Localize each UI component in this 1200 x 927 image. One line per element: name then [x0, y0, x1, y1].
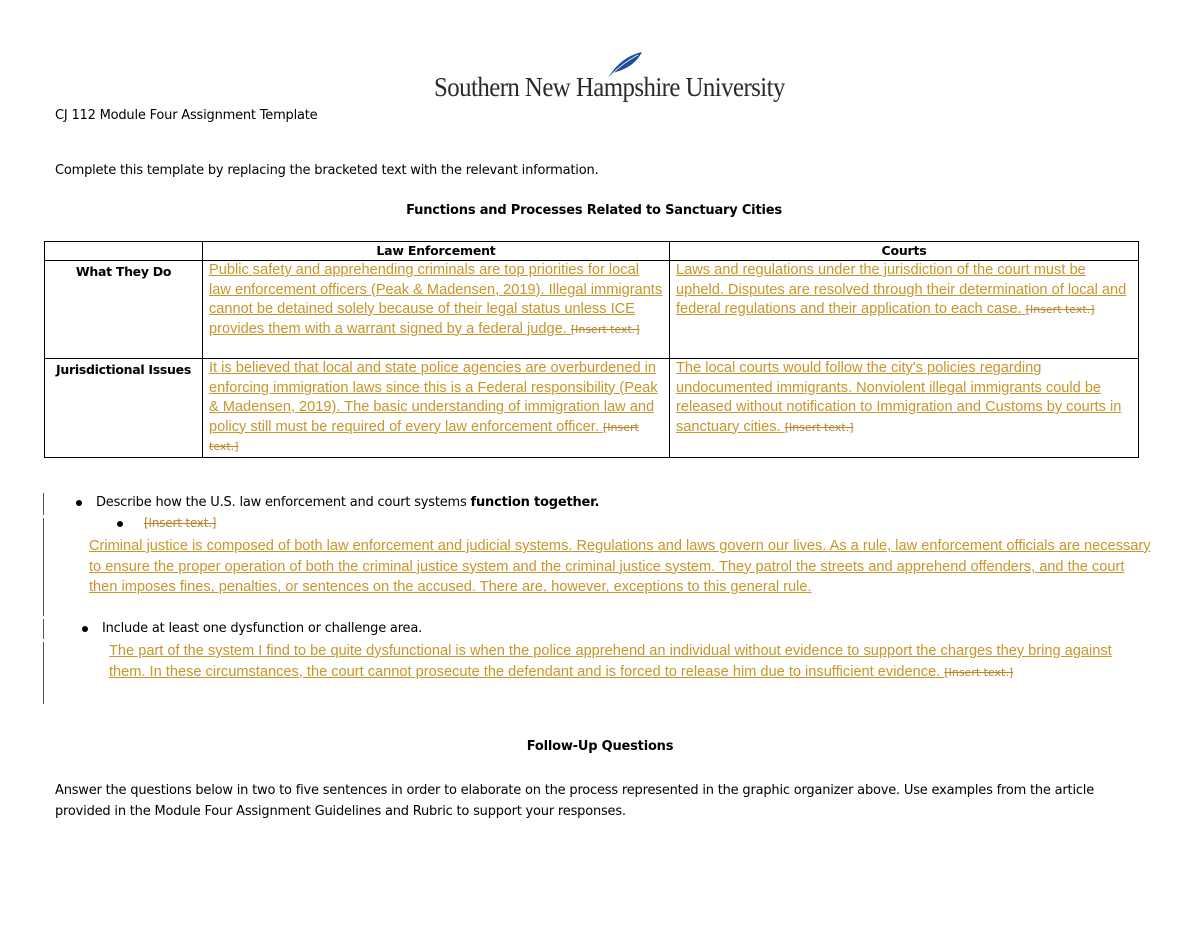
bullet-icon	[117, 521, 123, 527]
column-header-law-enforcement: Law Enforcement	[202, 241, 670, 261]
bullet-prompt-bold: function together.	[470, 495, 600, 510]
change-bar	[43, 518, 44, 616]
cell-courts-what-they-do[interactable]: Laws and regulations under the jurisdict…	[669, 260, 1139, 359]
document-title: CJ 112 Module Four Assignment Template	[55, 108, 318, 123]
change-bar	[43, 493, 44, 515]
university-logo: Southern New Hampshire University	[434, 50, 785, 106]
change-bar	[43, 619, 44, 639]
deleted-placeholder: [Insert text.]	[784, 420, 854, 434]
bullet-icon	[82, 626, 88, 632]
row-label-what-they-do: What They Do	[44, 260, 203, 359]
answer-function-together[interactable]: Criminal justice is composed of both law…	[89, 536, 1154, 598]
deleted-placeholder: [Insert text.]	[1025, 303, 1095, 316]
table-heading: Functions and Processes Related to Sanct…	[406, 203, 782, 218]
instructions-text: Complete this template by replacing the …	[55, 163, 599, 178]
deleted-placeholder: [Insert text.]	[570, 322, 640, 336]
column-header-courts: Courts	[669, 241, 1139, 261]
cell-law-enforcement-what-they-do[interactable]: Public safety and apprehending criminals…	[202, 260, 670, 359]
followup-heading: Follow-Up Questions	[526, 739, 674, 754]
bullet-prompt-function-together: Describe how the U.S. law enforcement an…	[96, 495, 599, 510]
bullet-prompt-text: Describe how the U.S. law enforcement an…	[96, 495, 471, 510]
table-row: Jurisdictional Issues It is believed tha…	[44, 358, 1139, 458]
deleted-placeholder: [Insert text.]	[944, 665, 1014, 679]
logo-wordmark: Southern New Hampshire University	[434, 72, 785, 102]
answer-dysfunction[interactable]: The part of the system I find to be quit…	[109, 641, 1139, 683]
bullet-icon	[76, 500, 82, 506]
functions-table: Law Enforcement Courts What They Do Publ…	[44, 241, 1139, 458]
deleted-placeholder: [Insert text.]	[144, 516, 217, 530]
cell-courts-jurisdictional[interactable]: The local courts would follow the city's…	[669, 358, 1139, 458]
column-header-empty	[44, 241, 203, 261]
table-header-row: Law Enforcement Courts	[44, 241, 1139, 261]
table-row: What They Do Public safety and apprehend…	[44, 260, 1139, 359]
cell-law-enforcement-jurisdictional[interactable]: It is believed that local and state poli…	[202, 358, 670, 458]
inserted-text: The local courts would follow the city's…	[676, 360, 1122, 435]
change-bar	[43, 642, 44, 704]
followup-instructions: Answer the questions below in two to fiv…	[55, 783, 1095, 819]
inserted-text: Criminal justice is composed of both law…	[89, 538, 1151, 596]
inserted-text: It is believed that local and state poli…	[209, 360, 658, 435]
row-label-jurisdictional-issues: Jurisdictional Issues	[44, 358, 203, 458]
bullet-prompt-dysfunction: Include at least one dysfunction or chal…	[102, 621, 423, 636]
sub-bullet: [Insert text.]	[144, 516, 216, 531]
